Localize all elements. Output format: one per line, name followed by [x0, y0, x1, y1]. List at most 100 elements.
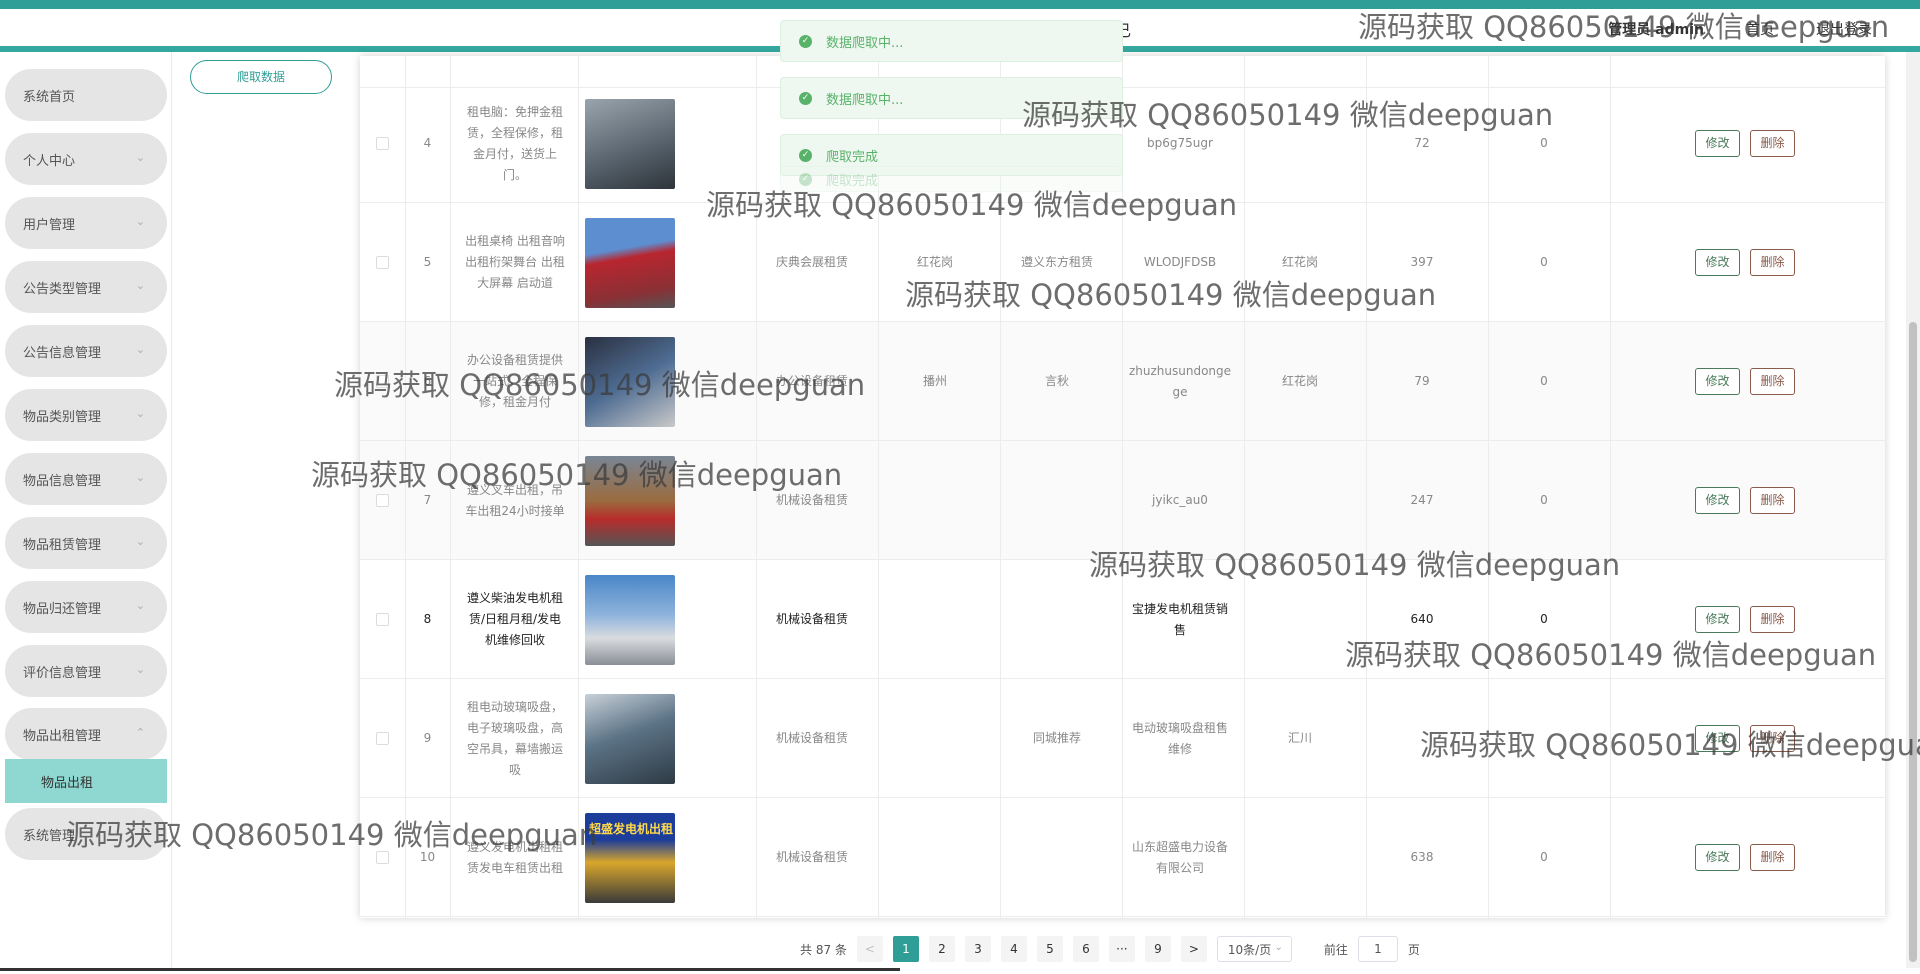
row-price: 397	[1410, 255, 1434, 269]
more-pages-button[interactable]: ···	[1108, 936, 1135, 962]
sidebar-item-label: 物品类别管理	[23, 409, 102, 425]
sidebar-item-label: 系统首页	[23, 89, 76, 105]
row-code: 山东超盛电力设备有限公司	[1132, 839, 1229, 875]
sidebar-item-personal[interactable]: 个人中心 ⌄	[5, 133, 167, 185]
row-stock: 0	[1540, 612, 1548, 626]
column-divider	[1244, 56, 1245, 918]
delete-button[interactable]: 删除	[1750, 487, 1795, 514]
row-checkbox[interactable]	[376, 732, 389, 745]
row-checkbox[interactable]	[376, 613, 389, 626]
row-code: 宝捷发电机租赁销售	[1132, 601, 1229, 637]
delete-button[interactable]: 删除	[1750, 249, 1795, 276]
row-checkbox[interactable]	[376, 375, 389, 388]
edit-button[interactable]: 修改	[1695, 368, 1740, 395]
sidebar-item-reviews[interactable]: 评价信息管理 ⌄	[5, 645, 167, 697]
column-divider	[1488, 56, 1489, 918]
delete-button[interactable]: 删除	[1750, 725, 1795, 752]
page-button[interactable]: 1	[892, 936, 919, 962]
row-area	[875, 798, 995, 917]
row-source: 遵义东方租赁	[1020, 255, 1093, 269]
home-link[interactable]: 首页	[1746, 19, 1774, 39]
sidebar-item-home[interactable]: 系统首页	[5, 69, 167, 121]
sidebar-item-rentals[interactable]: 物品租赁管理 ⌄	[5, 517, 167, 569]
chevron-down-icon: ⌄	[135, 471, 145, 484]
row-index: 9	[423, 731, 432, 745]
bottom-edge-segment	[0, 968, 900, 971]
delete-button[interactable]: 删除	[1750, 606, 1795, 633]
row-checkbox[interactable]	[376, 137, 389, 150]
row-thumbnail: 超盛发电机出租	[585, 812, 675, 903]
chevron-down-icon: ⌄	[135, 279, 145, 292]
row-code: zhuzhusundonge ge	[1128, 363, 1232, 399]
page-size-select[interactable]: 10条/页 ⌄	[1216, 936, 1292, 962]
row-price: 79	[1414, 374, 1430, 388]
row-source	[997, 441, 1117, 560]
edit-button[interactable]: 修改	[1695, 130, 1740, 157]
page-button[interactable]: 2	[928, 936, 955, 962]
row-title: 出租桌椅 出租音响 出租桁架舞台 出租大屏幕 启动道	[465, 234, 565, 290]
goto-page-input[interactable]: 1	[1357, 936, 1398, 962]
column-divider	[405, 56, 406, 918]
crawl-data-button[interactable]: 爬取数据	[190, 60, 332, 94]
sidebar-item-returns[interactable]: 物品归还管理 ⌄	[5, 581, 167, 633]
row-stock: 0	[1540, 493, 1548, 507]
sidebar-item-label: 物品租赁管理	[23, 537, 102, 553]
sidebar-item-system[interactable]: 系统管理	[5, 808, 167, 860]
row-title: 办公设备租赁提供一站式，全程保修，租金月付	[466, 353, 563, 409]
pagination: 共 87 条 < 1 2 3 4 5 6 ··· 9 > 10条/页 ⌄ 前往 1…	[800, 936, 1420, 962]
chevron-down-icon: ⌄	[135, 215, 145, 228]
sidebar-item-items[interactable]: 物品信息管理 ⌄	[5, 453, 167, 505]
check-circle-icon: ✓	[799, 92, 812, 105]
sidebar-item-notice-types[interactable]: 公告类型管理 ⌄	[5, 261, 167, 313]
row-category: 机械设备租赁	[775, 731, 848, 745]
delete-button[interactable]: 删除	[1750, 368, 1795, 395]
row-area	[875, 679, 995, 798]
chevron-down-icon: ⌄	[135, 343, 145, 356]
toast-message: 爬取完成	[826, 173, 879, 189]
page-scrollbar[interactable]	[1906, 52, 1920, 974]
row-checkbox[interactable]	[376, 494, 389, 507]
row-stock	[1484, 679, 1604, 798]
row-checkbox[interactable]	[376, 851, 389, 864]
edit-button[interactable]: 修改	[1695, 725, 1740, 752]
sidebar-item-users[interactable]: 用户管理 ⌄	[5, 197, 167, 249]
row-thumbnail	[585, 693, 675, 784]
page-button[interactable]: 9	[1144, 936, 1171, 962]
scrollbar-thumb[interactable]	[1909, 322, 1917, 962]
prev-page-button[interactable]: <	[856, 936, 883, 962]
toast-message: 爬取完成	[826, 149, 879, 165]
edit-button[interactable]: 修改	[1695, 606, 1740, 633]
row-index: 8	[423, 612, 432, 626]
sidebar: 系统首页 个人中心 ⌄ 用户管理 ⌄ 公告类型管理 ⌄ 公告信息管理 ⌄ 物品类别管理 ⌄…	[0, 52, 172, 974]
sidebar-item-notices[interactable]: 公告信息管理 ⌄	[5, 325, 167, 377]
row-index: 6	[423, 374, 432, 388]
page-button[interactable]: 4	[1000, 936, 1027, 962]
row-thumbnail	[585, 336, 675, 427]
sidebar-subitem-lease[interactable]: 物品出租	[5, 759, 167, 803]
edit-button[interactable]: 修改	[1695, 487, 1740, 514]
sidebar-item-leasing[interactable]: 物品出租管理 ⌃	[5, 708, 167, 760]
edit-button[interactable]: 修改	[1695, 844, 1740, 871]
row-source	[997, 798, 1117, 917]
row-price: 638	[1410, 850, 1434, 864]
sidebar-item-item-categories[interactable]: 物品类别管理 ⌄	[5, 389, 167, 441]
next-page-button[interactable]: >	[1180, 936, 1207, 962]
row-source	[997, 560, 1117, 679]
logout-link[interactable]: 退出登录	[1816, 19, 1872, 39]
sidebar-item-label: 公告信息管理	[23, 345, 102, 361]
page-button[interactable]: 5	[1036, 936, 1063, 962]
page-button[interactable]: 6	[1072, 936, 1099, 962]
row-category: 机械设备租赁	[775, 850, 848, 864]
edit-button[interactable]: 修改	[1695, 249, 1740, 276]
row-checkbox[interactable]	[376, 256, 389, 269]
row-area	[875, 441, 995, 560]
total-count: 共 87 条	[800, 942, 847, 957]
row-area	[875, 560, 995, 679]
delete-button[interactable]: 删除	[1750, 844, 1795, 871]
row-thumbnail	[585, 455, 675, 546]
row-price: 640	[1410, 612, 1434, 626]
delete-button[interactable]: 删除	[1750, 130, 1795, 157]
page-button[interactable]: 3	[964, 936, 991, 962]
row-address	[1240, 84, 1360, 203]
row-address	[1240, 560, 1360, 679]
